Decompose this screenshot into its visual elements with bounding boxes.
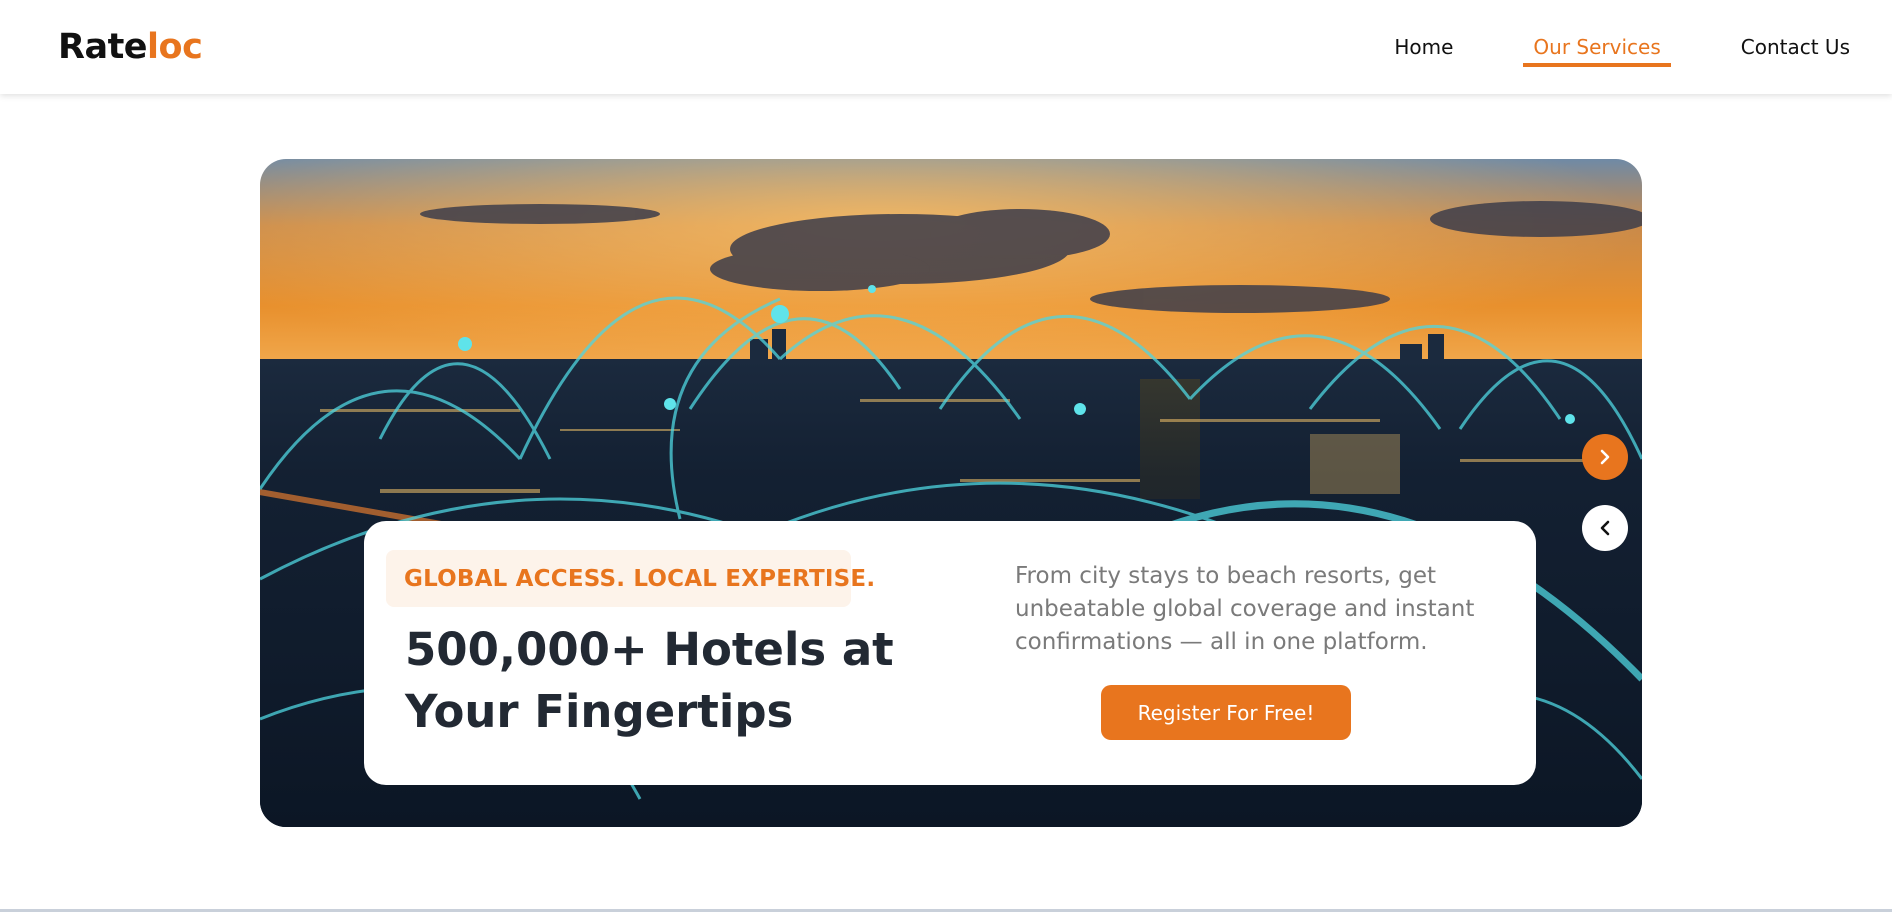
- nav-link-contact-us[interactable]: Contact Us: [1731, 0, 1860, 94]
- logo-text-rate: Rate: [58, 27, 148, 67]
- carousel-next-button[interactable]: [1582, 434, 1628, 480]
- hero-description: From city stays to beach resorts, get un…: [1015, 563, 1475, 655]
- logo-text-loc: loc: [147, 27, 203, 67]
- nav-link-home[interactable]: Home: [1384, 0, 1463, 94]
- carousel-prev-button[interactable]: [1582, 505, 1628, 551]
- main-nav: Home Our Services Contact Us: [1384, 0, 1860, 94]
- register-button[interactable]: Register For Free!: [1101, 685, 1351, 740]
- hero-headline: 500,000+ Hotels at Your Fingertips: [405, 623, 894, 738]
- chevron-left-icon: [1600, 520, 1610, 536]
- hero-tagline: GLOBAL ACCESS. LOCAL EXPERTISE.: [386, 550, 875, 607]
- chevron-right-icon: [1600, 449, 1610, 465]
- hero-info-card: GLOBAL ACCESS. LOCAL EXPERTISE. 500,000+…: [364, 521, 1536, 785]
- top-navbar: Rate loc Home Our Services Contact Us: [0, 0, 1892, 94]
- brand-logo[interactable]: Rate loc: [58, 27, 203, 67]
- nav-link-our-services[interactable]: Our Services: [1523, 0, 1672, 94]
